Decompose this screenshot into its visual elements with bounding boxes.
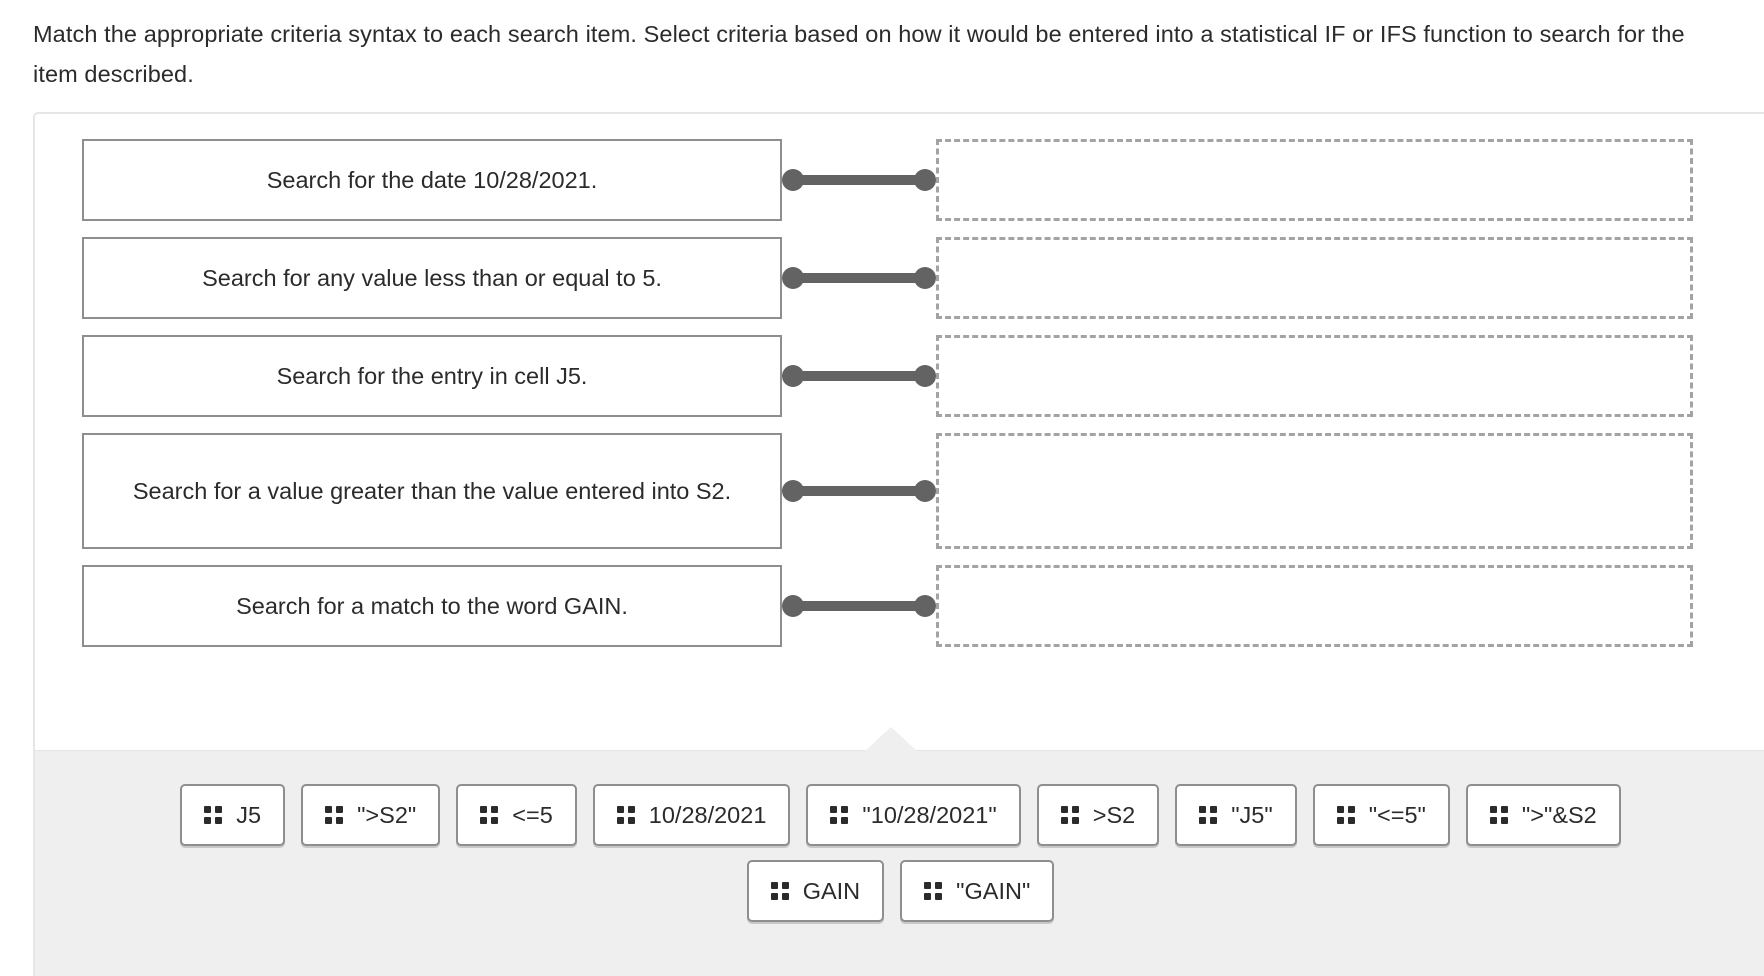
answer-tray: J5 ">S2" <=5 10/28/2021 "10/28/2021" >S2 "J5" "… [35, 727, 1764, 976]
connector-bar [792, 371, 926, 381]
drag-grip-icon[interactable] [1060, 806, 1079, 824]
drag-grip-icon[interactable] [830, 806, 849, 824]
connector-knob-right [914, 595, 936, 617]
answer-token-label: "J5" [1231, 802, 1273, 828]
prompt-card-label: Search for the entry in cell J5. [276, 363, 588, 389]
tray-notch-triangle [864, 727, 918, 752]
answer-drop-zone[interactable] [936, 335, 1693, 417]
answer-token-row: GAIN "GAIN" [35, 860, 1764, 922]
connector-bar [792, 273, 926, 283]
answer-token-label: "GAIN" [956, 878, 1031, 904]
prompt-card: Search for a value greater than the valu… [82, 433, 782, 549]
answer-token[interactable]: J5 [180, 784, 286, 846]
answer-token[interactable]: ">"&S2 [1465, 784, 1621, 846]
answer-drop-zone[interactable] [936, 237, 1693, 319]
answer-drop-zone[interactable] [936, 139, 1693, 221]
answer-token-label: ">S2" [357, 802, 417, 828]
answer-token-label: GAIN [802, 878, 861, 904]
answer-token[interactable]: "10/28/2021" [806, 784, 1021, 846]
connector-knob-right [914, 169, 936, 191]
instruction-text: Match the appropriate criteria syntax to… [33, 21, 1685, 87]
prompt-card: Search for the date 10/28/2021. [82, 139, 782, 221]
match-connector [782, 169, 936, 191]
prompt-card: Search for a match to the word GAIN. [82, 565, 782, 647]
prompt-card: Search for the entry in cell J5. [82, 335, 782, 417]
answer-token-label: ">"&S2 [1521, 802, 1597, 828]
drag-grip-icon[interactable] [325, 806, 344, 824]
answer-token[interactable]: "J5" [1175, 784, 1297, 846]
answer-token-label: >S2 [1092, 802, 1136, 828]
prompt-card-label: Search for any value less than or equal … [202, 265, 662, 291]
drag-grip-icon[interactable] [770, 882, 789, 900]
drag-grip-icon[interactable] [1199, 806, 1218, 824]
connector-knob-right [914, 267, 936, 289]
drag-grip-icon[interactable] [924, 882, 943, 900]
connector-bar [792, 601, 926, 611]
answer-token[interactable]: 10/28/2021 [592, 784, 791, 846]
drag-grip-icon[interactable] [1336, 806, 1355, 824]
answer-token[interactable]: ">S2" [301, 784, 441, 846]
connector-knob-right [914, 480, 936, 502]
answer-drop-zone[interactable] [936, 433, 1693, 549]
answer-token[interactable]: GAIN [746, 860, 885, 922]
drag-grip-icon[interactable] [1489, 806, 1508, 824]
answer-drop-zone[interactable] [936, 565, 1693, 647]
match-connector [782, 267, 936, 289]
match-rows-area: Search for the date 10/28/2021. Search fo… [35, 114, 1764, 750]
prompt-card: Search for any value less than or equal … [82, 237, 782, 319]
answer-token-label: "<=5" [1368, 802, 1426, 828]
prompt-card-label: Search for a value greater than the valu… [132, 478, 732, 504]
match-connector [782, 480, 936, 502]
matching-exercise-container: Search for the date 10/28/2021. Search fo… [33, 112, 1764, 976]
drag-grip-icon[interactable] [204, 806, 223, 824]
prompt-card-label: Search for the date 10/28/2021. [266, 167, 598, 193]
match-connector [782, 365, 936, 387]
answer-token-label: 10/28/2021 [648, 802, 767, 828]
answer-token[interactable]: <=5 [456, 784, 577, 846]
match-connector [782, 595, 936, 617]
connector-knob-right [914, 365, 936, 387]
prompt-card-label: Search for a match to the word GAIN. [236, 593, 628, 619]
answer-token-row: J5 ">S2" <=5 10/28/2021 "10/28/2021" >S2 "J5" "… [35, 784, 1764, 846]
drag-grip-icon[interactable] [480, 806, 499, 824]
answer-token[interactable]: "<=5" [1312, 784, 1450, 846]
answer-token-label: "10/28/2021" [862, 802, 997, 828]
answer-token[interactable]: "GAIN" [900, 860, 1055, 922]
answer-token-label: J5 [236, 802, 262, 828]
answer-token-rows: J5 ">S2" <=5 10/28/2021 "10/28/2021" >S2 "J5" "… [35, 751, 1764, 936]
answer-token-label: <=5 [512, 802, 553, 828]
connector-bar [792, 486, 926, 496]
answer-token[interactable]: >S2 [1036, 784, 1160, 846]
connector-bar [792, 175, 926, 185]
drag-grip-icon[interactable] [616, 806, 635, 824]
